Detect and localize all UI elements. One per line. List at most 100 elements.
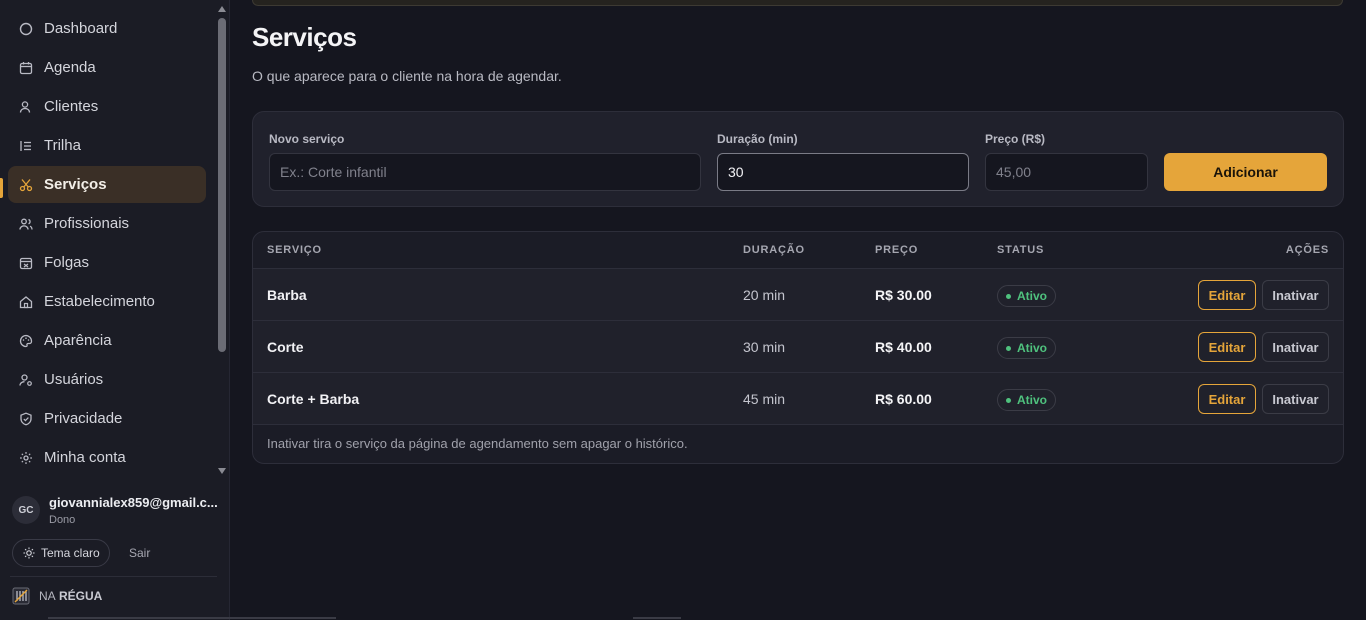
sidebar-item-minha-conta[interactable]: Minha conta — [8, 439, 206, 476]
sidebar-scrollbar[interactable] — [214, 0, 230, 478]
duration-input[interactable]: 30 — [717, 153, 969, 191]
column-header-price: PREÇO — [875, 244, 919, 256]
sidebar-divider — [10, 576, 217, 577]
list-icon — [19, 139, 33, 153]
deactivate-button[interactable]: Inativar — [1262, 332, 1329, 362]
sidebar-item-label: Minha conta — [44, 449, 126, 466]
edit-button[interactable]: Editar — [1198, 280, 1256, 310]
status-dot-icon — [1006, 345, 1011, 351]
deactivate-button[interactable]: Inativar — [1262, 384, 1329, 414]
column-header-actions: AÇÕES — [1285, 244, 1329, 256]
status-label: Ativo — [1017, 341, 1047, 355]
status-label: Ativo — [1017, 393, 1047, 407]
page-title: Serviços — [252, 22, 357, 52]
sidebar-item-folgas[interactable]: Folgas — [8, 244, 206, 281]
sidebar-item-label: Folgas — [44, 254, 90, 271]
sidebar-item-label: Estabelecimento — [44, 293, 155, 310]
service-name-input[interactable]: Ex.: Corte infantil — [269, 153, 701, 191]
scissors-icon — [19, 178, 33, 192]
page-subtitle: O que aparece para o cliente na hora de … — [252, 68, 562, 84]
table-footnote: Inativar tira o serviço da página de age… — [267, 436, 688, 451]
theme-toggle-button[interactable]: Tema claro — [12, 539, 110, 567]
horizontal-scrollbar-thumb[interactable] — [633, 617, 681, 619]
home-icon — [19, 295, 33, 309]
sidebar-item-aparencia[interactable]: Aparência — [8, 322, 206, 359]
sidebar-item-usuarios[interactable]: Usuários — [8, 361, 206, 398]
user-cog-icon — [19, 373, 33, 387]
brand-name: RÉGUA — [59, 589, 103, 603]
palette-icon — [19, 334, 33, 348]
price-input[interactable]: 45,00 — [985, 153, 1148, 191]
service-name: Corte — [267, 339, 304, 355]
service-price: R$ 30.00 — [875, 287, 932, 303]
new-service-form: Novo serviço Ex.: Corte infantil Duração… — [252, 111, 1344, 207]
duration-label: Duração (min) — [717, 132, 798, 146]
sidebar-item-label: Serviços — [44, 176, 107, 193]
sidebar-item-clientes[interactable]: Clientes — [8, 88, 206, 125]
status-badge: Ativo — [997, 285, 1056, 307]
sidebar: Dashboard Agenda Clientes Trilha Serviço… — [0, 0, 230, 620]
column-header-status: STATUS — [997, 244, 1045, 256]
service-name: Barba — [267, 287, 307, 303]
user-profile: GC giovannialex859@gmail.c... Dono — [12, 492, 222, 528]
user-email: giovannialex859@gmail.c... — [49, 494, 218, 510]
sidebar-item-label: Profissionais — [44, 215, 130, 232]
scroll-up-arrow-icon[interactable] — [218, 6, 226, 12]
price-label: Preço (R$) — [985, 132, 1046, 146]
scroll-thumb[interactable] — [218, 18, 226, 352]
table-row: Corte 30 min R$ 40.00 Ativo Editar Inati… — [253, 321, 1343, 373]
services-table: SERVIÇO DURAÇÃO PREÇO STATUS AÇÕES Barba… — [252, 231, 1344, 464]
avatar: GC — [12, 496, 40, 524]
sidebar-item-servicos[interactable]: Serviços — [8, 166, 206, 203]
service-price: R$ 60.00 — [875, 391, 932, 407]
deactivate-button[interactable]: Inativar — [1262, 280, 1329, 310]
sidebar-item-agenda[interactable]: Agenda — [8, 49, 206, 86]
sidebar-item-dashboard[interactable]: Dashboard — [8, 10, 206, 47]
sidebar-item-label: Clientes — [44, 98, 99, 115]
sidebar-item-estabelecimento[interactable]: Estabelecimento — [8, 283, 206, 320]
sidebar-item-profissionais[interactable]: Profissionais — [8, 205, 206, 242]
sidebar-item-trilha[interactable]: Trilha — [8, 127, 206, 164]
calendar-off-icon — [19, 256, 33, 270]
horizontal-scrollbar[interactable] — [48, 617, 336, 619]
user-role: Dono — [49, 513, 76, 526]
brand: NA RÉGUA — [12, 587, 102, 605]
table-row: Barba 20 min R$ 30.00 Ativo Editar Inati… — [253, 269, 1343, 321]
service-duration: 30 min — [743, 339, 786, 355]
service-name: Corte + Barba — [267, 391, 360, 407]
sidebar-item-label: Agenda — [44, 59, 96, 76]
service-duration: 20 min — [743, 287, 786, 303]
sidebar-item-label: Dashboard — [44, 20, 118, 37]
sun-icon — [23, 547, 35, 559]
shield-icon — [19, 411, 33, 426]
status-label: Ativo — [1017, 289, 1047, 303]
logout-link[interactable]: Sair — [129, 546, 150, 560]
user-icon — [19, 100, 33, 114]
sun-gear-icon — [19, 451, 33, 465]
users-icon — [19, 217, 33, 231]
column-header-duration: DURAÇÃO — [743, 244, 805, 256]
sidebar-item-label: Privacidade — [44, 410, 123, 427]
circle-icon — [19, 22, 33, 36]
service-price: R$ 40.00 — [875, 339, 932, 355]
service-name-label: Novo serviço — [269, 132, 345, 146]
top-banner — [252, 0, 1343, 6]
sidebar-item-privacidade[interactable]: Privacidade — [8, 400, 206, 437]
theme-toggle-label: Tema claro — [41, 546, 100, 560]
sidebar-item-label: Trilha — [44, 137, 81, 154]
column-header-service: SERVIÇO — [267, 244, 322, 256]
add-service-button[interactable]: Adicionar — [1164, 153, 1327, 191]
calendar-icon — [19, 61, 33, 75]
sidebar-item-label: Aparência — [44, 332, 112, 349]
service-duration: 45 min — [743, 391, 786, 407]
sidebar-nav: Dashboard Agenda Clientes Trilha Serviço… — [0, 0, 214, 478]
edit-button[interactable]: Editar — [1198, 384, 1256, 414]
brand-name-prefix: NA — [39, 589, 56, 603]
status-dot-icon — [1006, 293, 1011, 299]
status-badge: Ativo — [997, 389, 1056, 411]
status-badge: Ativo — [997, 337, 1056, 359]
table-row: Corte + Barba 45 min R$ 60.00 Ativo Edit… — [253, 373, 1343, 425]
active-indicator — [0, 178, 3, 198]
scroll-down-arrow-icon[interactable] — [218, 468, 226, 474]
edit-button[interactable]: Editar — [1198, 332, 1256, 362]
